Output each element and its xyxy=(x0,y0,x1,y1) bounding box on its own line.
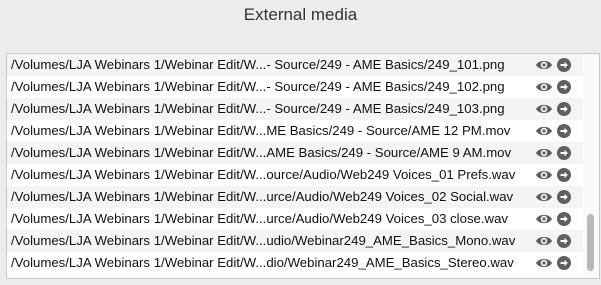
list-item[interactable]: /Volumes/LJA Webinars 1/Webinar Edit/W..… xyxy=(7,252,583,274)
external-media-list[interactable]: /Volumes/LJA Webinars 1/Webinar Edit/W..… xyxy=(6,53,600,279)
eye-icon[interactable] xyxy=(535,79,553,95)
arrow-circle-right-icon[interactable] xyxy=(557,124,571,138)
eye-icon[interactable] xyxy=(535,167,553,183)
list-item[interactable]: /Volumes/LJA Webinars 1/Webinar Edit/W..… xyxy=(7,142,583,164)
row-actions xyxy=(535,211,579,227)
file-path: /Volumes/LJA Webinars 1/Webinar Edit/W..… xyxy=(11,255,514,270)
vertical-scrollbar[interactable] xyxy=(583,54,599,278)
row-actions xyxy=(535,167,579,183)
arrow-circle-right-icon[interactable] xyxy=(557,146,571,160)
row-actions xyxy=(535,233,579,249)
arrow-circle-right-icon[interactable] xyxy=(557,58,571,72)
file-path: /Volumes/LJA Webinars 1/Webinar Edit/W..… xyxy=(11,211,508,226)
file-path: /Volumes/LJA Webinars 1/Webinar Edit/W..… xyxy=(11,167,516,182)
file-path: /Volumes/LJA Webinars 1/Webinar Edit/W..… xyxy=(11,101,505,116)
list-item[interactable]: /Volumes/LJA Webinars 1/Webinar Edit/W..… xyxy=(7,120,583,142)
file-path: /Volumes/LJA Webinars 1/Webinar Edit/W..… xyxy=(11,123,511,138)
arrow-circle-right-icon[interactable] xyxy=(557,212,571,226)
arrow-circle-right-icon[interactable] xyxy=(557,190,571,204)
row-actions xyxy=(535,101,579,117)
arrow-circle-right-icon[interactable] xyxy=(557,102,571,116)
row-actions xyxy=(535,79,579,95)
row-actions xyxy=(535,189,579,205)
row-actions xyxy=(535,145,579,161)
eye-icon[interactable] xyxy=(535,145,553,161)
arrow-circle-right-icon[interactable] xyxy=(557,256,571,270)
file-path: /Volumes/LJA Webinars 1/Webinar Edit/W..… xyxy=(11,233,516,248)
arrow-circle-right-icon[interactable] xyxy=(557,80,571,94)
row-actions xyxy=(535,123,579,139)
list-item[interactable]: /Volumes/LJA Webinars 1/Webinar Edit/W..… xyxy=(7,54,583,76)
eye-icon[interactable] xyxy=(535,255,553,271)
list-item[interactable]: /Volumes/LJA Webinars 1/Webinar Edit/W..… xyxy=(7,98,583,120)
row-actions xyxy=(535,255,579,271)
eye-icon[interactable] xyxy=(535,57,553,73)
eye-icon[interactable] xyxy=(535,189,553,205)
file-path: /Volumes/LJA Webinars 1/Webinar Edit/W..… xyxy=(11,79,505,94)
list-item[interactable]: /Volumes/LJA Webinars 1/Webinar Edit/W..… xyxy=(7,186,583,208)
list-item[interactable]: /Volumes/LJA Webinars 1/Webinar Edit/W..… xyxy=(7,164,583,186)
dialog-title: External media xyxy=(243,5,358,24)
arrow-circle-right-icon[interactable] xyxy=(557,168,571,182)
eye-icon[interactable] xyxy=(535,123,553,139)
eye-icon[interactable] xyxy=(535,101,553,117)
eye-icon[interactable] xyxy=(535,233,553,249)
list-item[interactable]: /Volumes/LJA Webinars 1/Webinar Edit/W..… xyxy=(7,76,583,98)
eye-icon[interactable] xyxy=(535,211,553,227)
scrollbar-thumb[interactable] xyxy=(587,214,594,271)
list-item[interactable]: /Volumes/LJA Webinars 1/Webinar Edit/W..… xyxy=(7,208,583,230)
arrow-circle-right-icon[interactable] xyxy=(557,234,571,248)
list-item[interactable]: /Volumes/LJA Webinars 1/Webinar Edit/W..… xyxy=(7,230,583,252)
file-path: /Volumes/LJA Webinars 1/Webinar Edit/W..… xyxy=(11,57,505,72)
row-actions xyxy=(535,57,579,73)
file-path: /Volumes/LJA Webinars 1/Webinar Edit/W..… xyxy=(11,189,514,204)
file-path: /Volumes/LJA Webinars 1/Webinar Edit/W..… xyxy=(11,145,512,160)
